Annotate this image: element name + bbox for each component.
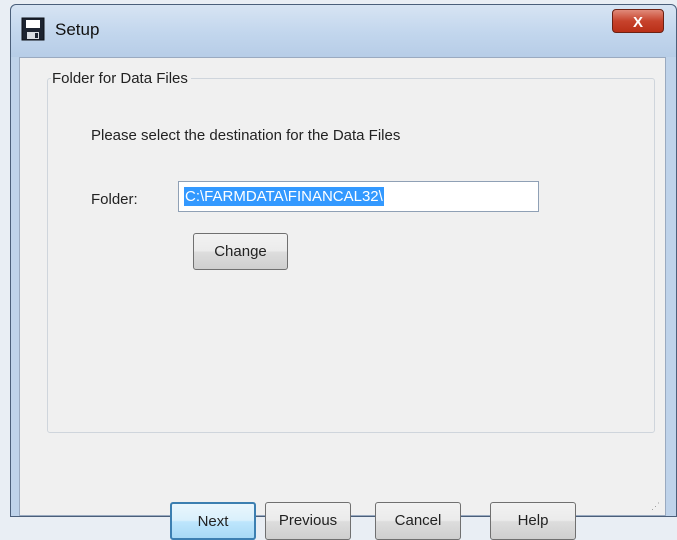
dialog-client-area: Folder for Data Files Please select the … [19, 57, 666, 540]
title-bar[interactable]: Setup X [11, 5, 676, 57]
cancel-button[interactable]: Cancel [375, 502, 461, 540]
help-button[interactable]: Help [490, 502, 576, 540]
change-button[interactable]: Change [193, 233, 288, 270]
instruction-text: Please select the destination for the Da… [91, 127, 401, 144]
resize-grip-icon[interactable]: ⋰ [651, 501, 661, 511]
data-folder-groupbox: Folder for Data Files Please select the … [47, 70, 655, 433]
folder-path-input[interactable]: C:\FARMDATA\FINANCAL32\ [178, 181, 539, 212]
setup-window: Setup X Folder for Data Files Please sel… [10, 4, 677, 540]
folder-path-value: C:\FARMDATA\FINANCAL32\ [184, 187, 384, 206]
floppy-disk-icon [21, 17, 45, 41]
next-button[interactable]: Next [170, 502, 256, 540]
group-title: Folder for Data Files [51, 70, 191, 87]
window-title: Setup [55, 20, 100, 39]
previous-button[interactable]: Previous [265, 502, 351, 540]
folder-label: Folder: [91, 191, 138, 208]
close-button[interactable]: X [612, 9, 664, 33]
